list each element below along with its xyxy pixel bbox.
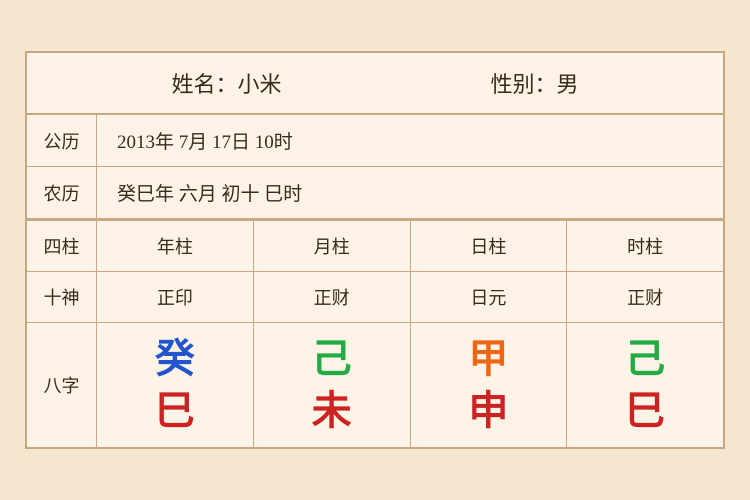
- nianzhu-label: 年柱: [97, 221, 254, 271]
- shishen-label: 十神: [27, 272, 97, 322]
- shishen-row: 十神 正印 正财 日元 正财: [27, 272, 723, 323]
- gender-label: 性别：男: [490, 67, 578, 99]
- bazi-row: 八字 癸 巳 己 未 甲 申 己 巳: [27, 323, 723, 447]
- bazi-top-char: 癸: [155, 335, 195, 383]
- gong-li-row: 公历 2013年 7月 17日 10时: [27, 115, 723, 167]
- bazi-bottom-char: 申: [468, 387, 508, 435]
- bazi-chars: 己 巳: [625, 335, 665, 435]
- yuezhu-label: 月柱: [254, 221, 411, 271]
- bazi-chars: 癸 巳: [155, 335, 195, 435]
- bazi-bottom-char: 未: [312, 387, 352, 435]
- table-section: 四柱 年柱 月柱 日柱 时柱 十神 正印 正财 日元 正财 八字 癸 巳 己 未: [27, 219, 723, 447]
- shishen-rizhu: 日元: [411, 272, 568, 322]
- bazi-chars: 己 未: [312, 335, 352, 435]
- bazi-yuezhu: 己 未: [254, 323, 411, 447]
- nong-li-value: 癸巳年 六月 初十 巳时: [97, 167, 723, 218]
- bazi-rizhu: 甲 申: [411, 323, 568, 447]
- bazi-label: 八字: [27, 323, 97, 447]
- shishen-nianzhu: 正印: [97, 272, 254, 322]
- shishen-yuezhu: 正财: [254, 272, 411, 322]
- nong-li-row: 农历 癸巳年 六月 初十 巳时: [27, 167, 723, 219]
- header-row: 姓名：小米 性别：男: [27, 53, 723, 115]
- shizhu-label: 时柱: [567, 221, 723, 271]
- bazi-top-char: 甲: [468, 335, 508, 383]
- bazi-chars: 甲 申: [468, 335, 508, 435]
- nong-li-label: 农历: [27, 167, 97, 218]
- bazi-top-char: 己: [625, 335, 665, 383]
- gong-li-value: 2013年 7月 17日 10时: [97, 115, 723, 166]
- bazi-nianzhu: 癸 巳: [97, 323, 254, 447]
- main-container: 姓名：小米 性别：男 公历 2013年 7月 17日 10时 农历 癸巳年 六月…: [25, 51, 725, 449]
- gong-li-label: 公历: [27, 115, 97, 166]
- sizhu-label: 四柱: [27, 221, 97, 271]
- bazi-top-char: 己: [312, 335, 352, 383]
- sizhu-row: 四柱 年柱 月柱 日柱 时柱: [27, 221, 723, 272]
- bazi-shizhu: 己 巳: [567, 323, 723, 447]
- name-label: 姓名：小米: [171, 67, 281, 99]
- bazi-bottom-char: 巳: [625, 387, 665, 435]
- rizhu-label: 日柱: [411, 221, 568, 271]
- bazi-bottom-char: 巳: [155, 387, 195, 435]
- shishen-shizhu: 正财: [567, 272, 723, 322]
